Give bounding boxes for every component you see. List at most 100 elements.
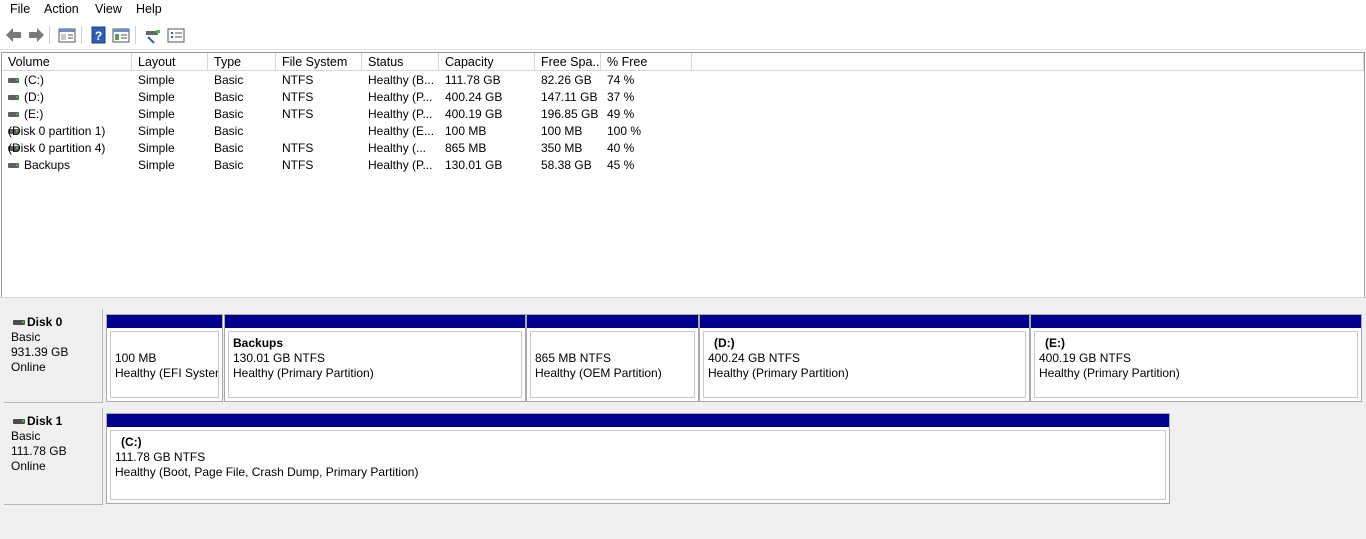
cell-file-system: NTFS — [282, 158, 314, 172]
cell-layout: Simple — [138, 158, 175, 172]
disk-size: 111.78 GB — [11, 444, 67, 458]
partition-status: Healthy (Boot, Page File, Crash Dump, Pr… — [115, 465, 419, 479]
column-header-type[interactable]: Type — [208, 53, 276, 71]
menu-action[interactable]: Action — [44, 2, 79, 16]
back-arrow-icon[interactable] — [4, 25, 24, 45]
partition-bar — [107, 414, 1169, 427]
cell-free-space: 100 MB — [541, 124, 583, 138]
cell-percent-free: 37 % — [607, 90, 635, 104]
cell-volume: (E:) — [24, 107, 44, 121]
partition-body: (D:) 400.24 GB NTFS Healthy (Primary Par… — [703, 331, 1026, 398]
volume-row[interactable]: Backups Simple Basic NTFS Healthy (P... … — [2, 157, 1364, 174]
cell-capacity: 400.19 GB — [445, 107, 503, 121]
volume-row[interactable]: (D:) Simple Basic NTFS Healthy (P... 400… — [2, 89, 1364, 106]
disk-state: Online — [11, 459, 46, 473]
column-header-filler — [692, 53, 1364, 71]
list-view-icon[interactable] — [166, 25, 186, 45]
disk-size: 931.39 GB — [11, 345, 69, 359]
forward-arrow-icon[interactable] — [26, 25, 46, 45]
cell-layout: Simple — [138, 107, 175, 121]
disk-graphical-view: Disk 0 Basic 931.39 GB Online 100 MB Hea… — [0, 305, 1366, 539]
partition-name: Backups — [233, 336, 284, 350]
partition-c[interactable]: (C:) 111.78 GB NTFS Healthy (Boot, Page … — [106, 413, 1170, 504]
console-tree-icon[interactable] — [111, 25, 131, 45]
partition-size: 400.19 GB NTFS — [1039, 351, 1132, 365]
cell-type: Basic — [214, 90, 244, 104]
column-header-file-system[interactable]: File System — [276, 53, 362, 71]
partition-status: Healthy (Primary Partition) — [1039, 366, 1180, 380]
cell-status: Healthy (P... — [368, 90, 433, 104]
cell-capacity: 100 MB — [445, 124, 487, 138]
volume-row[interactable]: (Disk 0 partition 1) Simple Basic Health… — [2, 123, 1364, 140]
partition-size: 865 MB NTFS — [535, 351, 612, 365]
toolbar-separator — [135, 26, 136, 44]
partition-status: Healthy (EFI System — [115, 366, 219, 380]
cell-percent-free: 74 % — [607, 73, 635, 87]
partition-backups[interactable]: Backups 130.01 GB NTFS Healthy (Primary … — [224, 314, 526, 402]
partition-e[interactable]: (E:) 400.19 GB NTFS Healthy (Primary Par… — [1030, 314, 1362, 402]
cell-layout: Simple — [138, 141, 175, 155]
disk-icon — [13, 320, 25, 325]
volume-list[interactable]: Volume Layout Type File System Status Ca… — [1, 52, 1365, 299]
cell-layout: Simple — [138, 90, 175, 104]
partition-oem[interactable]: 865 MB NTFS Healthy (OEM Partition) — [526, 314, 699, 402]
partition-status: Healthy (Primary Partition) — [708, 366, 849, 380]
column-header-status[interactable]: Status — [362, 53, 439, 71]
column-header-capacity[interactable]: Capacity — [439, 53, 535, 71]
disk-name: Disk 0 — [11, 315, 102, 330]
cell-volume: (Disk 0 partition 4) — [8, 141, 106, 155]
menu-view[interactable]: View — [95, 2, 122, 16]
disk-type: Basic — [11, 330, 41, 344]
svg-text:?: ? — [95, 29, 102, 43]
cell-capacity: 130.01 GB — [445, 158, 503, 172]
partition-body: 865 MB NTFS Healthy (OEM Partition) — [530, 331, 695, 398]
connect-icon[interactable] — [143, 25, 163, 45]
cell-percent-free: 49 % — [607, 107, 635, 121]
cell-free-space: 196.85 GB — [541, 107, 599, 121]
column-header-layout[interactable]: Layout — [132, 53, 208, 71]
cell-free-space: 82.26 GB — [541, 73, 592, 87]
cell-type: Basic — [214, 158, 244, 172]
cell-capacity: 400.24 GB — [445, 90, 503, 104]
cell-file-system: NTFS — [282, 107, 314, 121]
cell-free-space: 147.11 GB — [541, 90, 598, 104]
cell-type: Basic — [214, 124, 244, 138]
partition-name — [535, 336, 694, 351]
partition-bar — [107, 315, 222, 328]
volume-row[interactable]: (C:) Simple Basic NTFS Healthy (B... 111… — [2, 72, 1364, 89]
disk-type: Basic — [11, 429, 41, 443]
cell-percent-free: 45 % — [607, 158, 635, 172]
partition-efi[interactable]: 100 MB Healthy (EFI System — [106, 314, 223, 402]
volume-row[interactable]: (E:) Simple Basic NTFS Healthy (P... 400… — [2, 106, 1364, 123]
partition-name: (D:) — [714, 336, 735, 350]
menu-file[interactable]: File — [10, 2, 30, 16]
partition-bar — [527, 315, 698, 328]
cell-status: Healthy (... — [368, 141, 427, 155]
menu-help[interactable]: Help — [136, 2, 162, 16]
cell-free-space: 58.38 GB — [541, 158, 592, 172]
help-icon[interactable]: ? — [89, 25, 109, 45]
cell-free-space: 350 MB — [541, 141, 583, 155]
cell-volume: Backups — [24, 158, 71, 172]
cell-capacity: 111.78 GB — [445, 73, 501, 87]
partition-bar — [700, 315, 1029, 328]
menu-bar: File Action View Help — [0, 0, 1366, 21]
column-header-free-space[interactable]: Free Spa... — [535, 53, 601, 71]
partition-d[interactable]: (D:) 400.24 GB NTFS Healthy (Primary Par… — [699, 314, 1030, 402]
properties-icon[interactable] — [57, 25, 77, 45]
volume-row[interactable]: (Disk 0 partition 4) Simple Basic NTFS H… — [2, 140, 1364, 157]
partition-status: Healthy (OEM Partition) — [535, 366, 662, 380]
cell-status: Healthy (E... — [368, 124, 435, 138]
toolbar-separator — [81, 26, 82, 44]
partition-size: 111.78 GB NTFS — [115, 450, 206, 464]
disk-1-label[interactable]: Disk 1 Basic 111.78 GB Online — [4, 408, 103, 505]
cell-layout: Simple — [138, 124, 175, 138]
column-header-percent-free[interactable]: % Free — [601, 53, 692, 71]
disk-state: Online — [11, 360, 46, 374]
disk-0-label[interactable]: Disk 0 Basic 931.39 GB Online — [4, 309, 103, 403]
column-header-volume[interactable]: Volume — [2, 53, 132, 71]
cell-status: Healthy (P... — [368, 158, 433, 172]
cell-file-system: NTFS — [282, 141, 314, 155]
partition-name — [115, 336, 218, 351]
toolbar-separator — [49, 26, 50, 44]
